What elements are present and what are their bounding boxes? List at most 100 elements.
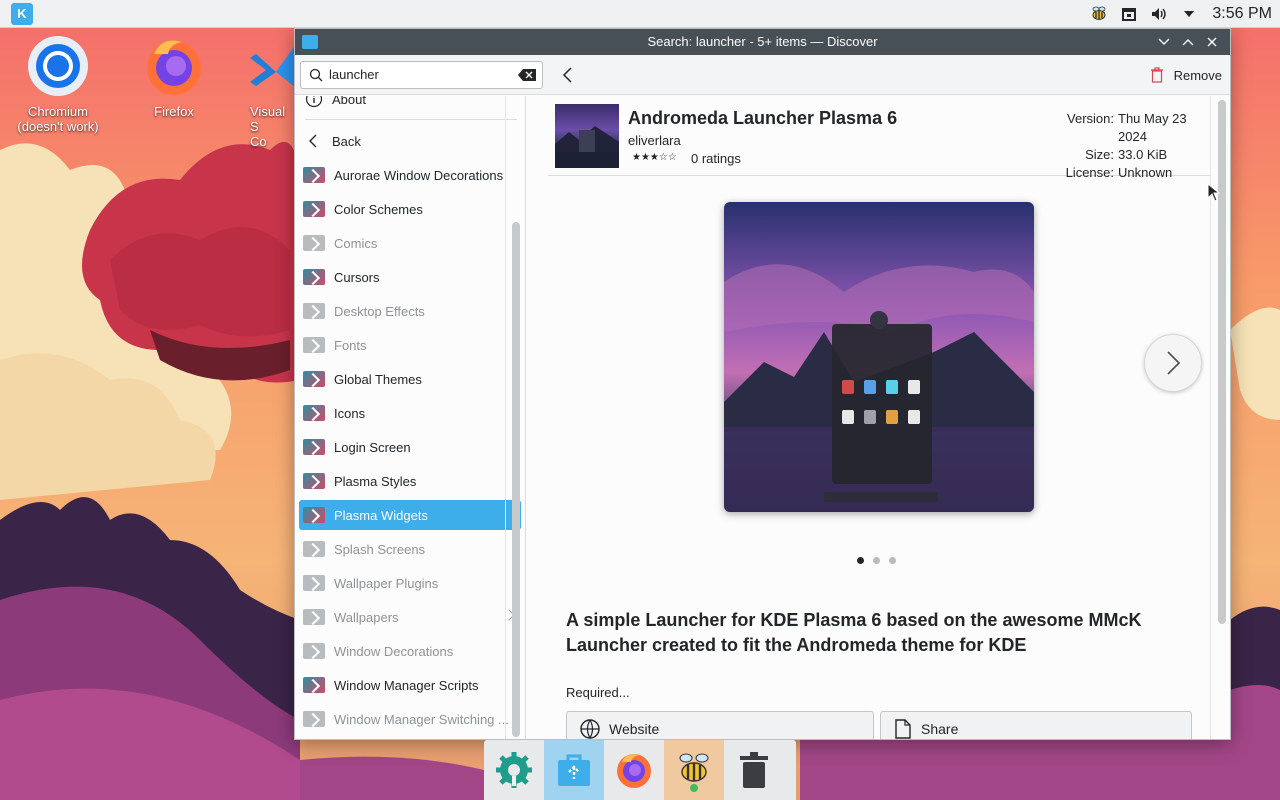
app-description: A simple Launcher for KDE Plasma 6 based… [566, 610, 1142, 655]
info-icon [305, 96, 323, 108]
content-scrollbar-thumb[interactable] [1218, 100, 1226, 624]
category-icon [303, 609, 325, 625]
minimize-button[interactable] [1154, 32, 1174, 52]
dock-item-firefox[interactable] [604, 740, 664, 800]
trash-icon [1150, 67, 1163, 83]
sidebar-item-cursors[interactable]: Cursors [299, 262, 521, 292]
license-label: License: [1065, 165, 1114, 180]
sidebar-item-login-screen[interactable]: Login Screen [299, 432, 521, 462]
next-screenshot-button[interactable] [1144, 334, 1202, 392]
category-icon [303, 201, 325, 217]
category-icon [303, 269, 325, 285]
sidebar-item-window-manager-switching[interactable]: Window Manager Switching ... [299, 704, 521, 734]
pager-dot[interactable] [889, 557, 896, 564]
search-input-value[interactable]: launcher [329, 62, 379, 88]
app-author[interactable]: eliverlara [628, 133, 681, 148]
globe-icon [580, 719, 600, 739]
chevron-down-icon[interactable] [1178, 3, 1200, 25]
sidebar-item-global-themes[interactable]: Global Themes [299, 364, 521, 394]
sidebar-item-plasma-widgets[interactable]: Plasma Widgets [299, 500, 521, 530]
kde-application-launcher-icon[interactable]: K [11, 3, 33, 25]
sidebar-item-aurorae-window-decorations[interactable]: Aurorae Window Decorations [299, 160, 521, 190]
search-icon [309, 68, 323, 82]
size-value: 33.0 KiB [1118, 147, 1168, 162]
ratings-count[interactable]: 0 ratings [691, 151, 741, 166]
sidebar-scrollbar-thumb[interactable] [512, 222, 520, 737]
app-details-pane: Andromeda Launcher Plasma 6 eliverlara ★… [548, 96, 1230, 739]
desktop-icon-vscode[interactable]: Visual S Co [228, 34, 294, 149]
discover-window: Search: launcher - 5+ items — Discover l… [294, 28, 1231, 740]
share-button-label: Share [921, 721, 959, 737]
discover-icon [558, 754, 590, 786]
firefox-icon [142, 34, 206, 98]
sidebar-item-plasma-styles[interactable]: Plasma Styles [299, 466, 521, 496]
dock-item-bee-app[interactable] [664, 740, 724, 800]
sidebar-item-color-schemes[interactable]: Color Schemes [299, 194, 521, 224]
category-icon [303, 643, 325, 659]
vscode-icon [246, 34, 294, 98]
sidebar-scrollbar[interactable] [505, 96, 525, 739]
sidebar-item-label: Fonts [334, 337, 367, 353]
remove-button-label: Remove [1173, 67, 1222, 83]
window-title: Search: launcher - 5+ items — Discover [647, 34, 878, 49]
sidebar-item-window-manager-scripts[interactable]: Window Manager Scripts [299, 670, 521, 700]
sidebar-item-label: Cursors [334, 269, 380, 285]
sidebar-item-window-decorations[interactable]: Window Decorations [299, 636, 521, 666]
sidebar-item-desktop-effects[interactable]: Desktop Effects [299, 296, 521, 326]
window-titlebar[interactable]: Search: launcher - 5+ items — Discover [295, 29, 1230, 55]
sidebar-item-label: Window Manager Scripts [334, 677, 479, 693]
sidebar-item-about[interactable]: About [299, 96, 521, 114]
sidebar-item-fonts[interactable]: Fonts [299, 330, 521, 360]
share-icon [895, 719, 911, 739]
sidebar-item-icons[interactable]: Icons [299, 398, 521, 428]
sidebar-item-wallpapers[interactable]: Wallpapers [299, 602, 521, 632]
required-label: Required... [566, 685, 630, 700]
bee-icon[interactable] [1088, 3, 1110, 25]
clock[interactable]: 3:56 PM [1212, 5, 1272, 23]
category-icon [303, 677, 325, 693]
desktop-icon-firefox[interactable]: Firefox [126, 34, 222, 119]
pager-dot[interactable] [873, 557, 880, 564]
chromium-icon [26, 34, 90, 98]
firefox-icon [617, 754, 651, 788]
sidebar-item-label: Wallpaper Plugins [334, 575, 439, 591]
sidebar-item-label: Wallpapers [334, 609, 399, 625]
website-button[interactable]: Website [566, 711, 874, 739]
close-button[interactable] [1202, 32, 1222, 52]
search-field[interactable]: launcher [300, 61, 543, 89]
category-icon [303, 337, 325, 353]
sidebar-item-comics[interactable]: Comics [299, 228, 521, 258]
volume-icon[interactable] [1148, 3, 1170, 25]
dock-item-discover[interactable] [544, 740, 604, 800]
sidebar-item-label: Global Themes [334, 371, 422, 387]
website-button-label: Website [609, 721, 660, 737]
maximize-button[interactable] [1178, 32, 1198, 52]
share-button[interactable]: Share [880, 711, 1192, 739]
version-value: Thu May 23 2024 [1118, 111, 1187, 144]
app-thumbnail [555, 104, 619, 168]
sidebar-item-label: Window Decorations [334, 643, 454, 659]
dock-item-trash[interactable] [724, 740, 784, 800]
remove-button[interactable]: Remove [1150, 63, 1222, 87]
pager-dot-active[interactable] [857, 557, 864, 564]
screenshot-pager [857, 557, 905, 564]
desktop-icon-label: Firefox [154, 104, 194, 119]
sidebar-item-label: About [332, 96, 366, 107]
chevron-right-icon [1167, 351, 1181, 375]
sidebar-item-label: Window Manager Switching ... [334, 711, 509, 727]
size-label: Size: [1085, 147, 1114, 162]
mouse-cursor-icon [1207, 183, 1221, 202]
clear-search-icon[interactable] [518, 69, 536, 81]
app-screenshot[interactable] [724, 202, 1034, 512]
category-icon [303, 575, 325, 591]
sidebar-item-wallpaper-plugins[interactable]: Wallpaper Plugins [299, 568, 521, 598]
sidebar-item-back[interactable]: Back [299, 126, 521, 156]
dock-item-system-settings[interactable] [484, 740, 544, 800]
version-label: Version: [1067, 111, 1114, 126]
taskbar-dock [484, 740, 796, 800]
sidebar-item-splash-screens[interactable]: Splash Screens [299, 534, 521, 564]
sidebar-item-label: Back [332, 133, 361, 149]
back-arrow-icon[interactable] [557, 64, 579, 86]
lock-icon[interactable] [1118, 3, 1140, 25]
desktop-icon-chromium[interactable]: Chromium (doesn't work) [10, 34, 106, 134]
